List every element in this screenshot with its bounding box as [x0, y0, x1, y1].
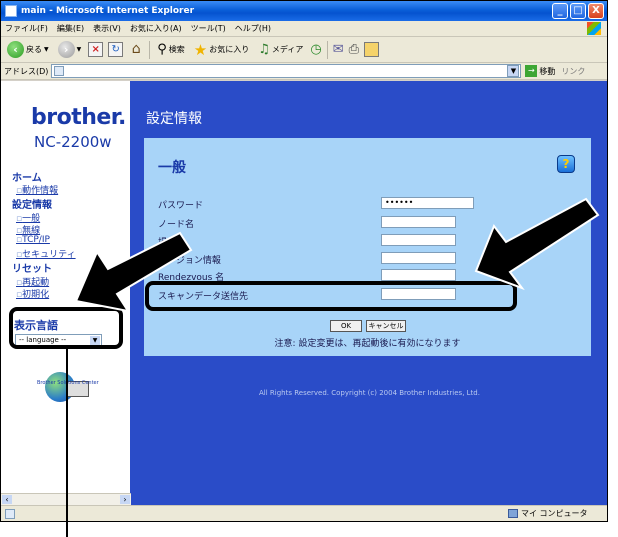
toolbar: ‹ 戻る ▼ › ▼ × ↻ ⌂ ⚲ 検索 ★ お気に入り ♫ メディア ◷ ✉…	[1, 37, 607, 63]
nav-item-label: セキュリティ	[22, 250, 76, 260]
title-bar: main - Microsoft Internet Explorer _ □ X	[1, 1, 607, 21]
address-input[interactable]: ▼	[51, 64, 522, 78]
copyright-text: All Rights Reserved. Copyright (c) 2004 …	[259, 389, 480, 397]
ok-button[interactable]: OK	[330, 320, 362, 332]
model-name: NC-2200w	[34, 133, 112, 151]
nav-heading-home[interactable]: ホーム	[12, 169, 42, 184]
window-title: main - Microsoft Internet Explorer	[21, 6, 195, 16]
location-input[interactable]	[381, 234, 456, 246]
nav-item-status[interactable]: ▫動作情報	[16, 183, 58, 196]
menu-edit[interactable]: 編集(E)	[57, 23, 84, 34]
page-title: 設定情報	[146, 111, 202, 127]
menu-bar: ファイル(F) 編集(E) 表示(V) お気に入り(A) ツール(T) ヘルプ(…	[1, 21, 607, 37]
rendezvous-input[interactable]	[381, 269, 456, 281]
nav-item-factory-reset[interactable]: ▫初期化	[16, 287, 49, 300]
chevron-down-icon: ▼	[44, 46, 49, 53]
media-button[interactable]: ♫ メディア	[256, 40, 305, 60]
go-label: 移動	[539, 66, 556, 76]
scroll-left-icon[interactable]: ‹	[2, 495, 12, 504]
maximize-button[interactable]: □	[570, 3, 586, 19]
forward-button[interactable]: › ▼	[56, 40, 84, 60]
favorites-label: お気に入り	[209, 45, 250, 54]
back-button[interactable]: ‹ 戻る ▼	[5, 40, 51, 60]
window-controls: _ □ X	[552, 3, 604, 19]
refresh-icon[interactable]: ↻	[108, 42, 124, 57]
page-done-icon	[5, 509, 15, 519]
folder-icon[interactable]	[364, 42, 379, 57]
nav-heading-reset[interactable]: リセット	[12, 260, 52, 275]
version-input[interactable]	[381, 252, 456, 264]
restart-note: 注意: 設定変更は、再起動後に有効になります	[274, 339, 461, 349]
search-icon: ⚲	[157, 42, 167, 57]
node-name-label: ノード名	[158, 220, 195, 230]
scroll-right-icon[interactable]: ›	[120, 495, 130, 504]
cancel-button[interactable]: キャンセル	[366, 320, 406, 332]
help-icon[interactable]: ?	[557, 155, 575, 173]
page-icon	[54, 66, 65, 76]
solutions-center-link[interactable]: Brother Solutions Center	[37, 372, 99, 402]
node-name-input[interactable]	[381, 216, 456, 228]
nav-item-label: 初期化	[22, 290, 50, 300]
menu-help[interactable]: ヘルプ(H)	[235, 23, 271, 34]
address-bar: アドレス(D) ▼ → 移動 リンク	[1, 63, 607, 80]
address-dropdown-icon[interactable]: ▼	[507, 65, 520, 77]
general-settings-panel: 一般 ? パスワード •••••• ノード名 場所 バージョン情報 Rendez…	[144, 138, 591, 356]
links-label[interactable]: リンク	[561, 66, 585, 77]
menu-view[interactable]: 表示(V)	[93, 23, 121, 34]
back-label: 戻る	[26, 45, 42, 54]
favorites-button[interactable]: ★ お気に入り	[192, 40, 251, 60]
media-icon: ♫	[258, 42, 270, 57]
toolbar-separator	[149, 40, 151, 59]
highlight-language-select	[9, 307, 123, 349]
search-label: 検索	[168, 45, 185, 54]
nav-item-label: 動作情報	[22, 186, 59, 196]
address-label: アドレス(D)	[4, 66, 49, 76]
go-arrow-icon: →	[525, 65, 538, 77]
panel-title: 一般	[158, 160, 186, 176]
stop-icon[interactable]: ×	[88, 42, 104, 57]
print-icon[interactable]: ⎙	[349, 42, 359, 57]
menu-file[interactable]: ファイル(F)	[5, 23, 48, 34]
history-icon[interactable]: ◷	[310, 42, 321, 57]
callout-leader-line	[66, 347, 68, 537]
mail-icon[interactable]: ✉	[333, 42, 344, 57]
forward-arrow-icon: ›	[57, 41, 75, 58]
brother-logo: brother.	[31, 105, 126, 130]
nav-item-tcpip[interactable]: ▫TCP/IP	[16, 235, 50, 245]
nav-item-security[interactable]: ▫セキュリティ	[16, 247, 76, 260]
chevron-down-icon: ▼	[76, 46, 82, 53]
close-button[interactable]: X	[588, 3, 604, 19]
go-button[interactable]: → 移動	[525, 65, 555, 77]
security-zone: マイ コンピュータ	[508, 508, 588, 519]
home-icon[interactable]: ⌂	[128, 42, 144, 57]
nav-item-label: TCP/IP	[22, 235, 50, 245]
search-button[interactable]: ⚲ 検索	[155, 40, 187, 60]
browser-window: main - Microsoft Internet Explorer _ □ X…	[0, 0, 608, 522]
minimize-button[interactable]: _	[552, 3, 568, 19]
back-arrow-icon: ‹	[7, 41, 24, 58]
password-label: パスワード	[158, 201, 204, 211]
my-computer-icon	[508, 509, 518, 518]
media-label: メディア	[271, 45, 304, 54]
favorites-star-icon: ★	[193, 40, 208, 59]
status-bar: マイ コンピュータ	[1, 505, 607, 521]
zone-label: マイ コンピュータ	[521, 509, 588, 518]
nav-heading-settings[interactable]: 設定情報	[12, 196, 52, 211]
menu-tools[interactable]: ツール(T)	[191, 23, 226, 34]
version-label: バージョン情報	[158, 256, 221, 266]
highlight-scan-destination	[145, 281, 517, 311]
windows-logo-icon	[587, 22, 601, 35]
location-label: 場所	[158, 238, 177, 248]
toolbar-separator	[326, 40, 328, 59]
password-input[interactable]: ••••••	[381, 197, 474, 209]
menu-favorites[interactable]: お気に入り(A)	[130, 23, 182, 34]
ie-icon	[5, 5, 17, 17]
